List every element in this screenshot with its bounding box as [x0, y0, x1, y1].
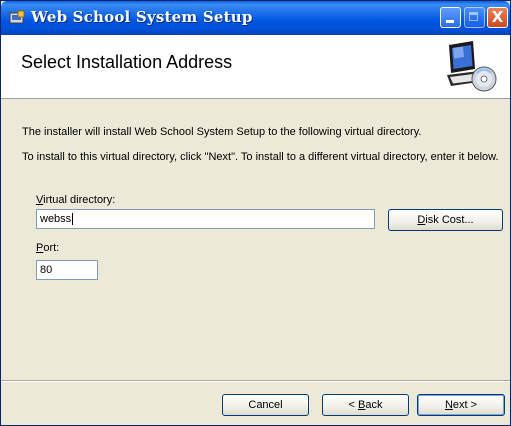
- cancel-button[interactable]: Cancel: [222, 394, 309, 416]
- disk-cost-button[interactable]: Disk Cost...: [388, 209, 503, 231]
- minimize-button[interactable]: [440, 7, 461, 28]
- window-title: Web School System Setup: [31, 8, 253, 26]
- back-button[interactable]: < Back: [322, 394, 409, 416]
- text-caret: [72, 213, 74, 226]
- maximize-button[interactable]: [464, 7, 485, 28]
- setup-window: Web School System Setup X Select Install…: [0, 0, 511, 426]
- description-line-2: To install to this virtual directory, cl…: [22, 151, 499, 163]
- computer-cd-icon: [447, 41, 497, 92]
- back-prefix: <: [348, 399, 358, 411]
- port-label: Port:: [36, 242, 59, 254]
- close-icon: X: [491, 8, 504, 26]
- port-value: 80: [40, 264, 53, 276]
- close-button[interactable]: X: [487, 7, 508, 28]
- header-banner: Select Installation Address: [1, 35, 510, 99]
- title-bar[interactable]: Web School System Setup X: [1, 1, 510, 35]
- next-mnemonic: N: [444, 399, 453, 411]
- next-button[interactable]: Next >: [417, 394, 505, 416]
- virtual-directory-label: Virtual directory:: [36, 194, 115, 206]
- disk-cost-text: isk Cost...: [425, 214, 474, 226]
- installer-app-icon: [9, 10, 25, 24]
- virtual-directory-input[interactable]: webss: [36, 209, 375, 229]
- back-text: ack: [365, 399, 383, 411]
- virtual-directory-label-text: irtual directory:: [43, 194, 116, 206]
- port-label-text: ort:: [43, 242, 60, 254]
- virtual-directory-value: webss: [40, 213, 72, 225]
- port-input[interactable]: 80: [36, 260, 98, 280]
- page-title: Select Installation Address: [21, 52, 233, 72]
- footer-separator: [1, 380, 510, 382]
- cancel-label: Cancel: [248, 399, 283, 411]
- next-text: ext >: [452, 399, 478, 411]
- description-line-1: The installer will install Web School Sy…: [22, 126, 422, 138]
